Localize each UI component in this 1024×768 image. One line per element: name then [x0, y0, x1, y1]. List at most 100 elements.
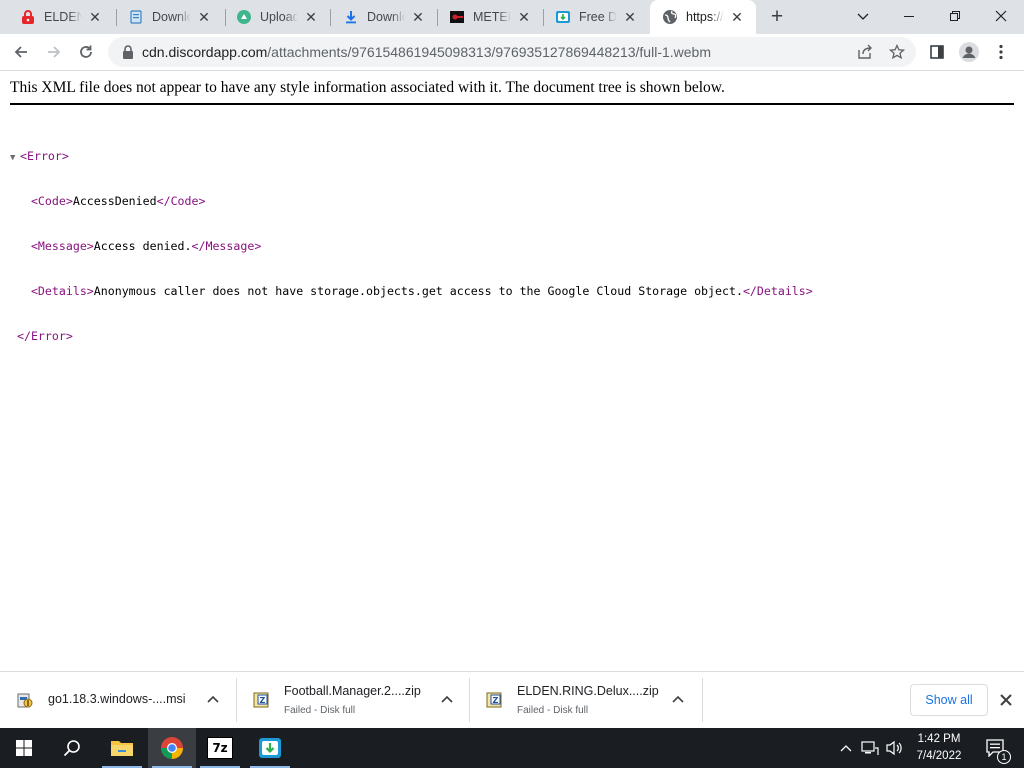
url-host: cdn.discordapp.com: [142, 44, 268, 60]
xml-details-close-tag: </Details>: [742, 284, 813, 298]
side-panel-icon: [930, 45, 944, 59]
xml-details-value: Anonymous caller does not have storage.o…: [93, 284, 743, 298]
kebab-menu-icon: [999, 44, 1003, 60]
restore-button[interactable]: [932, 0, 978, 32]
clock-date: 7/4/2022: [916, 750, 962, 762]
xml-viewer-header: This XML file does not appear to have an…: [10, 79, 1014, 105]
free-download-icon: [555, 9, 571, 25]
tab-title: ELDEN RING: [44, 10, 82, 24]
xml-error-close-tag: </Error>: [16, 329, 73, 343]
xml-details-open-tag: <Details>: [30, 284, 94, 298]
tab-title: Free Download: [579, 10, 617, 24]
download-shelf: go1.18.3.windows-....msi Z Football.Mana…: [0, 671, 1024, 728]
side-panel-button[interactable]: [922, 37, 952, 67]
notification-badge: 1: [997, 750, 1011, 764]
back-button[interactable]: [6, 37, 36, 67]
network-icon: [861, 741, 879, 755]
url-text: cdn.discordapp.com/attachments/976154861…: [142, 37, 711, 67]
download-item[interactable]: go1.18.3.windows-....msi: [0, 678, 236, 722]
download-status: Failed - Disk full: [284, 705, 356, 716]
windows-taskbar: 7z 1:42 PM 7/4/2022 1: [0, 728, 1024, 768]
chevron-up-icon[interactable]: [668, 690, 688, 710]
action-center-button[interactable]: 1: [980, 728, 1012, 768]
tab-close-icon[interactable]: ✕: [302, 8, 320, 26]
chevron-up-icon[interactable]: [203, 690, 223, 710]
download-item[interactable]: Z Football.Manager.2....zip Failed - Dis…: [236, 678, 469, 722]
tab-active-discord[interactable]: https://cdn.discordapp.com ✕: [650, 0, 756, 34]
share-button[interactable]: [854, 41, 876, 63]
msi-installer-icon: [16, 691, 34, 709]
show-hidden-icons-button[interactable]: [838, 728, 854, 768]
search-icon: [63, 740, 80, 757]
taskbar-chrome[interactable]: [148, 728, 196, 768]
tab-title: Download: [367, 10, 405, 24]
tab-close-icon[interactable]: ✕: [515, 8, 533, 26]
clock-time: 1:42 PM: [917, 733, 961, 745]
tab-upload[interactable]: Upload ✕: [224, 0, 330, 34]
start-button[interactable]: [0, 728, 48, 768]
tab-close-icon[interactable]: ✕: [409, 8, 427, 26]
xml-code-value: AccessDenied: [72, 194, 157, 208]
seven-zip-icon: 7z: [207, 737, 233, 759]
close-window-button[interactable]: [978, 0, 1024, 32]
show-all-button[interactable]: Show all: [910, 684, 988, 716]
taskbar-search-button[interactable]: [48, 728, 96, 768]
tab-close-icon[interactable]: ✕: [728, 8, 746, 26]
tab-search-button[interactable]: [840, 0, 886, 32]
network-status[interactable]: [860, 728, 880, 768]
xml-tree: ▼ <Error> <Code>AccessDenied</Code> <Mess…: [10, 119, 813, 359]
tab-close-icon[interactable]: ✕: [621, 8, 639, 26]
download-item[interactable]: Z ELDEN.RING.Delux....zip Failed - Disk …: [469, 678, 702, 722]
tab-free-download[interactable]: Free Download ✕: [543, 0, 649, 34]
chrome-icon: [161, 737, 183, 759]
avatar-icon: [959, 42, 979, 62]
tab-close-icon[interactable]: ✕: [195, 8, 213, 26]
bookmark-button[interactable]: [886, 41, 908, 63]
close-shelf-button[interactable]: [996, 690, 1016, 710]
share-icon: [858, 44, 872, 59]
xml-code-open-tag: <Code>: [30, 194, 73, 208]
system-clock[interactable]: 1:42 PM 7/4/2022: [908, 731, 970, 765]
volume-control[interactable]: [884, 728, 906, 768]
close-icon: [1000, 694, 1012, 706]
download-arrow-icon: [343, 9, 359, 25]
reload-button[interactable]: [71, 37, 101, 67]
folder-icon: [111, 741, 133, 756]
tab-meter[interactable]: METER ✕: [437, 0, 543, 34]
minimize-icon: [904, 16, 914, 17]
url-path: /attachments/976154861945098313/97693512…: [267, 44, 711, 60]
globe-icon: [662, 9, 678, 25]
svg-text:Z: Z: [260, 696, 266, 705]
tab-download-2[interactable]: Download ✕: [331, 0, 437, 34]
new-tab-button[interactable]: +: [764, 5, 790, 29]
tab-elden-ring[interactable]: ELDEN RING ✕: [8, 0, 114, 34]
menu-button[interactable]: [986, 37, 1016, 67]
taskbar-free-download-manager[interactable]: [246, 728, 294, 768]
tab-title: METER: [473, 10, 511, 24]
tab-title: https://cdn.discordapp.com: [686, 10, 724, 24]
tab-download-1[interactable]: Download ✕: [116, 0, 223, 34]
xml-code-close-tag: </Code>: [156, 194, 206, 208]
download-status: Failed - Disk full: [517, 705, 589, 716]
speaker-icon: [886, 740, 902, 756]
arrow-left-icon: [14, 46, 27, 58]
taskbar-7zip[interactable]: 7z: [196, 728, 244, 768]
lock-icon: [120, 44, 136, 60]
profile-button[interactable]: [954, 37, 984, 67]
forward-button[interactable]: [39, 37, 69, 67]
tab-strip: ELDEN RING ✕ Download ✕ Upload ✕ Downloa…: [0, 0, 1024, 34]
red-lock-icon: [20, 9, 36, 25]
chevron-up-icon: [840, 745, 852, 752]
reload-icon: [80, 45, 92, 58]
free-download-manager-icon: [259, 738, 281, 758]
address-bar[interactable]: cdn.discordapp.com/attachments/976154861…: [108, 37, 916, 67]
minimize-button[interactable]: [886, 0, 932, 32]
tab-title: Upload: [260, 10, 298, 24]
svg-text:Z: Z: [493, 696, 499, 705]
download-filename: ELDEN.RING.Delux....zip: [517, 684, 659, 698]
restore-icon: [950, 11, 960, 21]
collapse-triangle-icon[interactable]: ▼: [10, 151, 20, 166]
tab-close-icon[interactable]: ✕: [86, 8, 104, 26]
chevron-up-icon[interactable]: [437, 690, 457, 710]
taskbar-file-explorer[interactable]: [98, 728, 146, 768]
